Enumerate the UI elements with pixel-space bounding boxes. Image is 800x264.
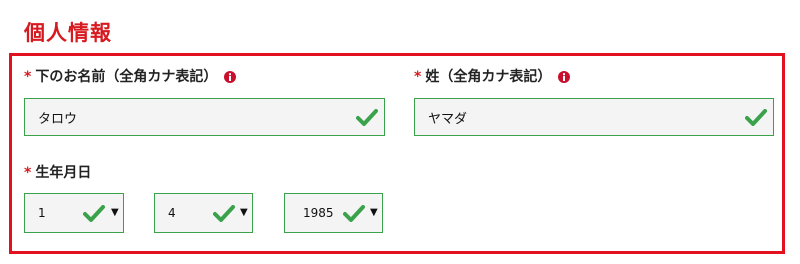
last-name-label-row: * 姓（全角カナ表記） (414, 68, 571, 86)
birth-month-value: 4 (168, 206, 176, 220)
check-icon (343, 205, 365, 226)
section-title: 個人情報 (24, 21, 112, 45)
birth-day-select[interactable]: 1 ▼ (24, 193, 124, 233)
birth-day-value: 1 (38, 206, 46, 220)
chevron-down-icon[interactable]: ▼ (111, 208, 119, 218)
first-name-value[interactable]: タロウ (25, 108, 356, 127)
last-name-input[interactable]: ヤマダ (414, 98, 774, 136)
birth-year-select[interactable]: 1985 ▼ (284, 193, 383, 233)
check-icon (83, 205, 105, 226)
first-name-label-row: * 下のお名前（全角カナ表記） (24, 68, 237, 86)
last-name-value[interactable]: ヤマダ (415, 108, 745, 127)
birthdate-label-row: * 生年月日 (24, 164, 91, 182)
check-icon (213, 205, 235, 226)
birth-month-select[interactable]: 4 ▼ (154, 193, 253, 233)
check-icon (745, 108, 767, 126)
first-name-input[interactable]: タロウ (24, 98, 385, 136)
info-icon[interactable] (224, 71, 237, 83)
required-mark: * (24, 165, 32, 181)
required-mark: * (414, 69, 422, 85)
last-name-label: 姓（全角カナ表記） (425, 69, 552, 85)
chevron-down-icon[interactable]: ▼ (240, 208, 248, 218)
birthdate-label: 生年月日 (35, 165, 92, 181)
info-icon[interactable] (558, 71, 571, 83)
first-name-label: 下のお名前（全角カナ表記） (35, 69, 218, 85)
check-icon (356, 108, 378, 126)
chevron-down-icon[interactable]: ▼ (370, 208, 378, 218)
required-mark: * (24, 69, 32, 85)
birth-year-value: 1985 (303, 206, 334, 220)
